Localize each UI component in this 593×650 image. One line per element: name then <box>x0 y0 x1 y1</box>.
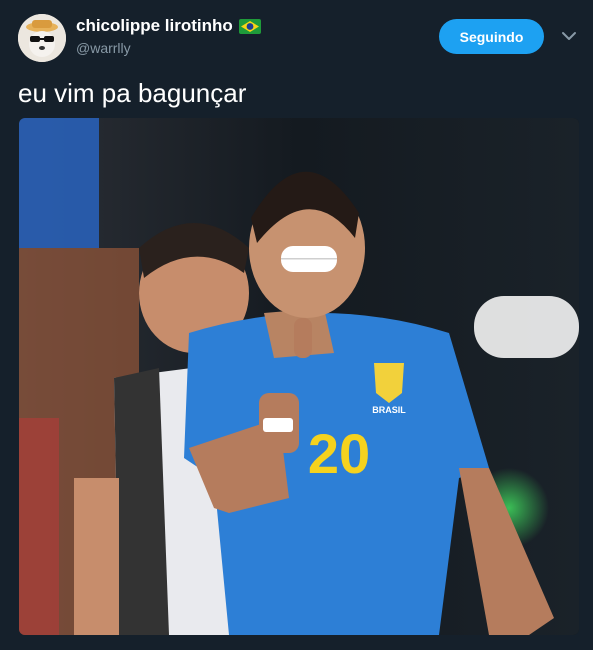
tweet-image[interactable]: BRASIL 20 <box>19 118 579 635</box>
avatar-dog-sunglasses-icon <box>18 14 66 62</box>
jersey-crest-text: BRASIL <box>372 405 406 415</box>
tweet-header: chicolippe lirotinho @warrlly Seguindo <box>0 0 593 76</box>
display-name[interactable]: chicolippe lirotinho <box>76 16 233 36</box>
football-player-photo: BRASIL 20 <box>19 118 579 635</box>
avatar[interactable] <box>18 14 66 62</box>
user-handle[interactable]: @warrlly <box>76 40 131 56</box>
jersey-number: 20 <box>308 422 370 485</box>
name-row: chicolippe lirotinho <box>76 16 261 36</box>
brazil-flag-icon <box>238 18 261 34</box>
chevron-down-icon[interactable] <box>560 29 578 43</box>
following-button[interactable]: Seguindo <box>439 19 544 54</box>
tweet-text: eu vim pa bagunçar <box>18 78 247 108</box>
